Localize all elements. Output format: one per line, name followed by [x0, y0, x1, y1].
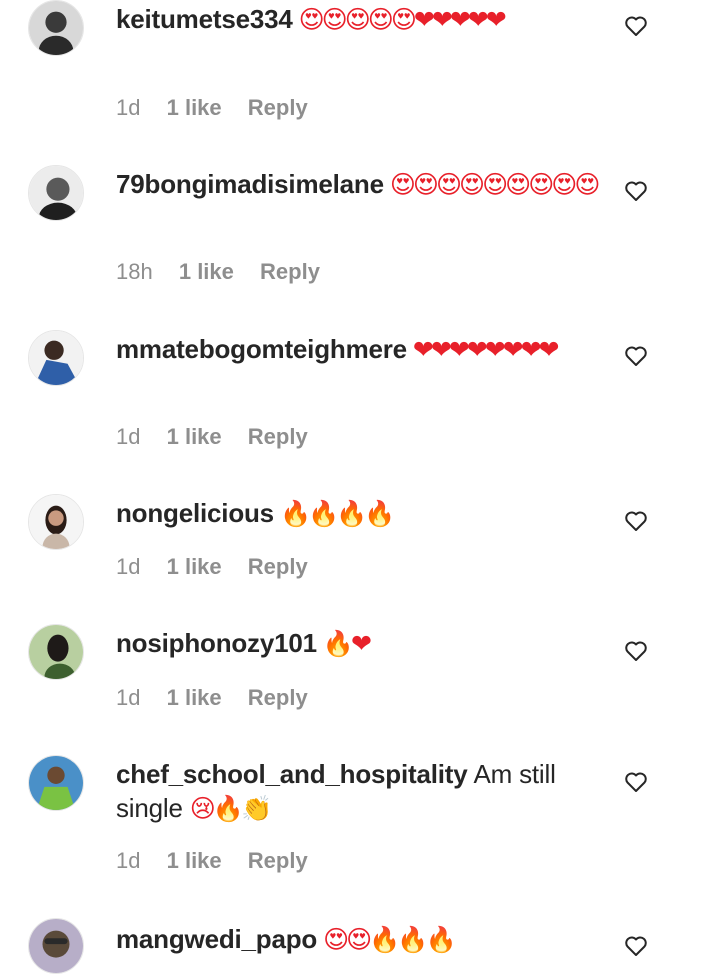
- comment-meta: 18h 1 like Reply: [116, 259, 340, 285]
- comment-likes[interactable]: 1 like: [179, 259, 234, 284]
- comment-time: 18h: [116, 259, 153, 284]
- reply-button[interactable]: Reply: [260, 259, 320, 284]
- comment-meta: 1d 1 like Reply: [116, 848, 328, 874]
- comment-meta: 1d 1 like Reply: [116, 95, 328, 121]
- comment-body: nosiphonozy101 🔥❤: [116, 626, 606, 661]
- comment-body: 79bongimadisimelane 😍😍😍😍😍😍😍😍😍: [116, 167, 606, 202]
- comment-username[interactable]: chef_school_and_hospitality: [116, 759, 468, 789]
- comment-username[interactable]: mangwedi_papo: [116, 924, 317, 954]
- comment-emoji: 🔥❤: [322, 629, 372, 658]
- comment-time: 1d: [116, 554, 141, 579]
- reply-button[interactable]: Reply: [248, 424, 308, 449]
- avatar[interactable]: [28, 624, 84, 680]
- reply-button[interactable]: Reply: [248, 95, 308, 120]
- heart-outline-icon[interactable]: [624, 510, 650, 534]
- comment-likes[interactable]: 1 like: [167, 554, 222, 579]
- comment-username[interactable]: 79bongimadisimelane: [116, 169, 384, 199]
- comment-likes[interactable]: 1 like: [167, 95, 222, 120]
- comment-likes[interactable]: 1 like: [167, 424, 222, 449]
- comment-username[interactable]: nongelicious: [116, 498, 274, 528]
- comment-emoji: 🔥🔥🔥🔥: [279, 499, 396, 528]
- comment-meta: 1d 1 like Reply: [116, 424, 328, 450]
- comment-emoji: 😍😍🔥🔥🔥: [323, 925, 457, 954]
- reply-button[interactable]: Reply: [248, 554, 308, 579]
- heart-outline-icon[interactable]: [624, 640, 650, 664]
- comment-body: nongelicious 🔥🔥🔥🔥: [116, 496, 606, 531]
- comment-meta: 1d 1 like Reply: [116, 554, 328, 580]
- comment-emoji: 😢🔥👏: [189, 794, 272, 823]
- comment-likes[interactable]: 1 like: [167, 848, 222, 873]
- avatar[interactable]: [28, 165, 84, 221]
- comment-time: 1d: [116, 685, 141, 710]
- avatar[interactable]: [28, 755, 84, 811]
- comment-time: 1d: [116, 424, 141, 449]
- comment-time: 1d: [116, 848, 141, 873]
- heart-outline-icon[interactable]: [624, 15, 650, 39]
- reply-button[interactable]: Reply: [248, 848, 308, 873]
- heart-outline-icon[interactable]: [624, 180, 650, 204]
- comment-emoji: ❤❤❤❤❤❤❤❤: [412, 335, 560, 364]
- avatar[interactable]: [28, 918, 84, 974]
- reply-button[interactable]: Reply: [248, 685, 308, 710]
- comment-body: keitumetse334 😍😍😍😍😍❤❤❤❤❤: [116, 2, 606, 37]
- comment-emoji: 😍😍😍😍😍❤❤❤❤❤: [298, 5, 507, 34]
- comment-username[interactable]: keitumetse334: [116, 4, 293, 34]
- comment-username[interactable]: mmatebogomteighmere: [116, 334, 407, 364]
- heart-outline-icon[interactable]: [624, 345, 650, 369]
- avatar[interactable]: [28, 494, 84, 550]
- comment-meta: 1d 1 like Reply: [116, 685, 328, 711]
- comment-body: mangwedi_papo 😍😍🔥🔥🔥: [116, 922, 606, 957]
- comment-username[interactable]: nosiphonozy101: [116, 628, 317, 658]
- comment-likes[interactable]: 1 like: [167, 685, 222, 710]
- comment-body: mmatebogomteighmere ❤❤❤❤❤❤❤❤: [116, 332, 606, 367]
- avatar[interactable]: [28, 0, 84, 56]
- comment-body: chef_school_and_hospitality Am still sing…: [116, 757, 606, 826]
- avatar[interactable]: [28, 330, 84, 386]
- comment-time: 1d: [116, 95, 141, 120]
- comment-emoji: 😍😍😍😍😍😍😍😍😍: [389, 170, 601, 199]
- heart-outline-icon[interactable]: [624, 771, 650, 795]
- heart-outline-icon[interactable]: [624, 935, 650, 959]
